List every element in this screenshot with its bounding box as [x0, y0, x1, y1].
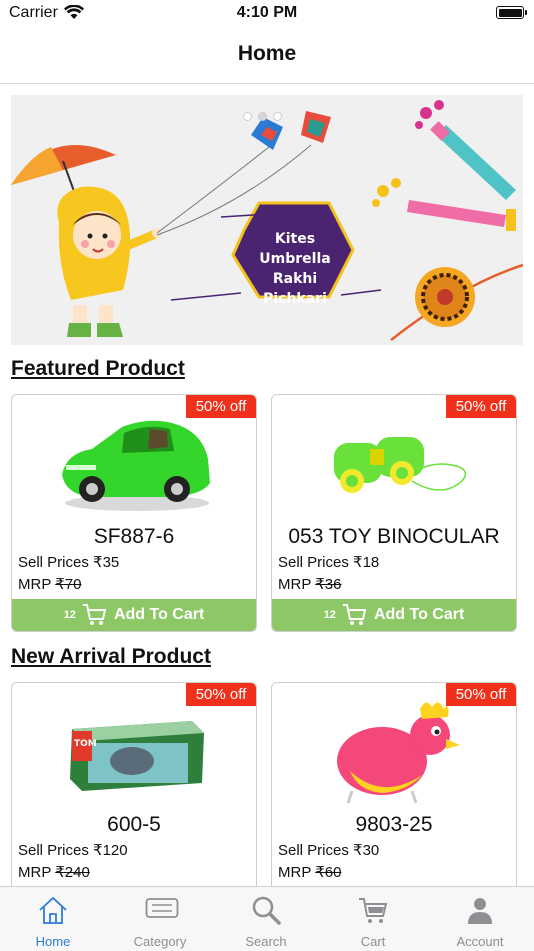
tab-label: Cart [360, 934, 386, 949]
product-card[interactable]: 50% off 9803-25 Sell Prices ₹30 MRP ₹60 [271, 682, 517, 920]
svg-text:TOM: TOM [74, 739, 97, 749]
cart-icon [82, 604, 107, 625]
product-image [337, 702, 460, 804]
banner-caption: Kites Umbrella Rakhi Pichkari [239, 229, 351, 309]
product-name: 053 TOY BINOCULAR [288, 525, 500, 548]
product-image [62, 420, 210, 511]
mrp: MRP ₹70 [18, 575, 81, 593]
category-icon [145, 898, 179, 918]
sell-price-label: Sell Prices [278, 842, 349, 859]
mrp: MRP ₹60 [278, 863, 341, 881]
sell-price-value: ₹120 [93, 842, 128, 859]
discount-badge: 50% off [446, 683, 516, 706]
cart-quantity: 12 [323, 609, 336, 621]
navigation-bar: Home [0, 28, 534, 84]
tab-cart[interactable]: Cart [320, 887, 426, 951]
sell-price-value: ₹35 [93, 554, 120, 571]
tab-home[interactable]: Home [0, 887, 106, 951]
product-name: 600-5 [107, 813, 161, 836]
discount-badge: 50% off [446, 395, 516, 418]
discount-badge: 50% off [186, 683, 256, 706]
tab-category[interactable]: Category [107, 887, 213, 951]
mrp-value: ₹36 [315, 576, 342, 593]
page-dot[interactable] [243, 112, 252, 121]
home-icon [39, 896, 67, 924]
add-to-cart-label: Add To Cart [113, 606, 205, 623]
add-to-cart-label: Add To Cart [373, 606, 465, 623]
search-icon [252, 896, 281, 925]
sell-price-label: Sell Prices [18, 842, 89, 859]
product-name: 9803-25 [355, 813, 433, 836]
mrp-value: ₹60 [315, 864, 342, 881]
sell-price: Sell Prices ₹35 [18, 553, 119, 571]
cart-icon [359, 898, 388, 923]
tab-bar: Home Category Search Cart Account [0, 886, 534, 951]
tab-account[interactable]: Account [427, 887, 533, 951]
sell-price: Sell Prices ₹18 [278, 553, 379, 571]
sell-price: Sell Prices ₹30 [278, 841, 379, 859]
tab-label: Account [456, 934, 504, 949]
tab-search[interactable]: Search [213, 887, 319, 951]
featured-section-title[interactable]: Featured Product [11, 357, 185, 381]
mrp-label: MRP [278, 864, 312, 881]
tab-label: Search [245, 934, 287, 949]
page-dot[interactable] [273, 112, 282, 121]
add-to-cart-button[interactable]: 12 Add To Cart [272, 599, 516, 631]
product-card[interactable]: 50% off SF887-6 Sell Prices ₹35 MRP ₹70 … [11, 394, 257, 632]
product-name: SF887-6 [93, 525, 175, 548]
banner-line: Umbrella [259, 251, 331, 267]
product-image [334, 437, 467, 493]
banner-line: Kites [274, 231, 316, 247]
mrp-label: MRP [278, 576, 312, 593]
page-title: Home [237, 42, 297, 65]
sell-price-value: ₹18 [353, 554, 380, 571]
page-dot[interactable] [258, 112, 267, 121]
add-to-cart-button[interactable]: 12 Add To Cart [12, 599, 256, 631]
product-card[interactable]: TOM 50% off 600-5 Sell Prices ₹120 MRP ₹… [11, 682, 257, 920]
product-image: TOM [70, 721, 204, 791]
mrp-label: MRP [18, 576, 52, 593]
banner-page-indicator[interactable] [243, 112, 282, 121]
mrp-value: ₹70 [55, 576, 82, 593]
cart-quantity: 12 [63, 609, 76, 621]
cart-icon [342, 604, 367, 625]
sell-price-label: Sell Prices [278, 554, 349, 571]
sell-price-value: ₹30 [353, 842, 380, 859]
tab-label: Home [35, 934, 71, 949]
mrp: MRP ₹240 [18, 863, 90, 881]
tab-label: Category [133, 934, 187, 949]
sell-price: Sell Prices ₹120 [18, 841, 128, 859]
banner-line: Pichkari [263, 291, 327, 307]
promo-banner[interactable]: Kites Umbrella Rakhi Pichkari [11, 95, 523, 345]
battery-icon [496, 6, 527, 19]
clock: 4:10 PM [236, 4, 298, 21]
discount-badge: 50% off [186, 395, 256, 418]
sell-price-label: Sell Prices [18, 554, 89, 571]
product-card[interactable]: 50% off 053 TOY BINOCULAR Sell Prices ₹1… [271, 394, 517, 632]
mrp-value: ₹240 [55, 864, 90, 881]
new-arrival-section-title[interactable]: New Arrival Product [11, 645, 211, 669]
account-icon [468, 898, 492, 924]
status-bar: Carrier 4:10 PM [0, 0, 534, 28]
banner-line: Rakhi [272, 271, 318, 287]
mrp-label: MRP [18, 864, 52, 881]
mrp: MRP ₹36 [278, 575, 341, 593]
